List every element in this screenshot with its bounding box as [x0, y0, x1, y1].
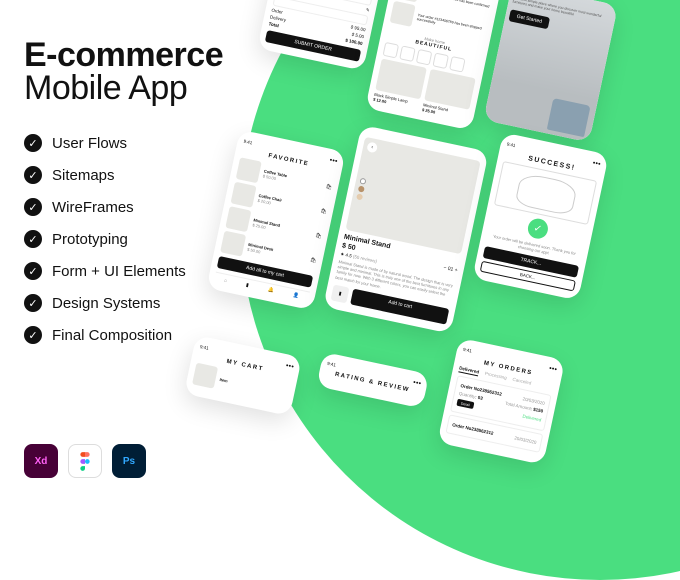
- bell-icon[interactable]: 🔔: [267, 287, 274, 294]
- feature-item: ✓Form + UI Elements: [24, 262, 223, 280]
- product-card[interactable]: Black Simple Lamp$ 12.00: [373, 58, 427, 111]
- feature-list: ✓User Flows ✓Sitemaps ✓WireFrames ✓Proto…: [24, 134, 223, 344]
- status-badge: Delivered: [522, 414, 542, 423]
- screen-checkout: 9:41●●● CHECK... Shipping Address✎ Bruno…: [257, 0, 387, 71]
- screen-product-detail: ‹ Minimal Stand $ 50 − 01 + ★ 4.5 (50 re…: [323, 125, 489, 334]
- color-swatch[interactable]: [358, 186, 365, 193]
- phone-mockups-group: 9:41●●● CHECK... Shipping Address✎ Bruno…: [169, 0, 680, 566]
- person-icon[interactable]: 👤: [292, 292, 299, 299]
- tab-delivered[interactable]: Delivered: [458, 365, 479, 376]
- screen-success: 9:41●●● SUCCESS! ✓ Your order will be de…: [472, 132, 609, 300]
- bag-icon[interactable]: 🛍: [309, 257, 316, 264]
- bag-icon[interactable]: 🛍: [320, 208, 327, 215]
- check-icon: ✓: [24, 134, 42, 152]
- feature-item: ✓Final Composition: [24, 326, 223, 344]
- feature-item: ✓User Flows: [24, 134, 223, 152]
- category-chip[interactable]: [383, 42, 400, 59]
- product-hero-image: ‹: [346, 137, 481, 254]
- check-circle-icon: ✓: [526, 217, 550, 241]
- color-swatch[interactable]: [356, 193, 363, 200]
- check-icon: ✓: [24, 294, 42, 312]
- feature-item: ✓Design Systems: [24, 294, 223, 312]
- qty-stepper[interactable]: − 01 +: [443, 264, 458, 273]
- tool-icons-row: Xd Ps: [24, 444, 146, 478]
- chair-image: [547, 98, 591, 137]
- category-chip[interactable]: [449, 56, 466, 73]
- bookmark-icon[interactable]: ▮: [245, 282, 249, 288]
- category-chip[interactable]: [399, 45, 416, 62]
- screen-favorite: 9:41●●● FAVORITE Coffee Table$ 50.00🛍 Co…: [206, 130, 345, 311]
- back-icon[interactable]: ‹: [366, 141, 378, 153]
- bag-icon[interactable]: 🛍: [325, 184, 332, 191]
- feature-item: ✓Sitemaps: [24, 166, 223, 184]
- check-icon: ✓: [24, 166, 42, 184]
- hero-text-panel: E-commerce Mobile App ✓User Flows ✓Sitem…: [24, 36, 223, 358]
- feature-item: ✓WireFrames: [24, 198, 223, 216]
- category-chip[interactable]: [416, 49, 433, 66]
- bag-icon[interactable]: 🛍: [315, 233, 322, 240]
- check-icon: ✓: [24, 262, 42, 280]
- figma-icon: [68, 444, 102, 478]
- detail-button[interactable]: Detail: [456, 399, 474, 409]
- xd-icon: Xd: [24, 444, 58, 478]
- color-swatch[interactable]: [359, 178, 366, 185]
- get-started-button[interactable]: Get Started: [508, 9, 550, 29]
- check-icon: ✓: [24, 326, 42, 344]
- ps-icon: Ps: [112, 444, 146, 478]
- product-card[interactable]: Minimal Stand$ 25.00: [422, 69, 476, 122]
- home-icon[interactable]: ⌂: [223, 278, 227, 284]
- screen-home: 9:41●●● Your order #123456789 has been c…: [365, 0, 502, 131]
- screen-rating: 9:41●●● RATING & REVIEW: [316, 352, 429, 409]
- check-icon: ✓: [24, 230, 42, 248]
- feature-item: ✓Prototyping: [24, 230, 223, 248]
- screen-onboarding: HOME B... The best simple place where yo…: [483, 0, 618, 142]
- screen-orders: 9:41●●● MY ORDERS Delivered Processing C…: [437, 338, 565, 465]
- product-price: $ 50: [341, 242, 356, 252]
- check-icon: ✓: [24, 198, 42, 216]
- category-chip[interactable]: [432, 52, 449, 69]
- bookmark-button[interactable]: ▮: [331, 284, 350, 303]
- tab-canceled[interactable]: Canceled: [512, 377, 532, 388]
